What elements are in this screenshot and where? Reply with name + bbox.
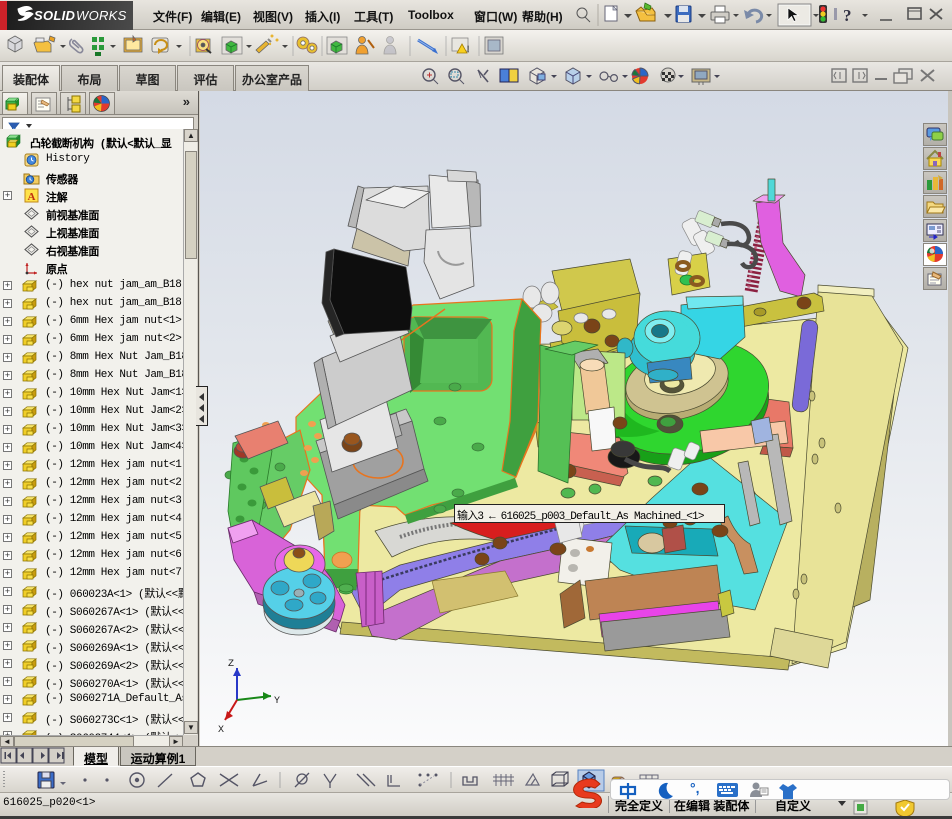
svg-text:A: A	[28, 191, 36, 203]
svg-text:?: ?	[843, 6, 852, 25]
svg-text:X: X	[218, 725, 224, 736]
svg-text:Z: Z	[228, 659, 234, 670]
svg-text:Y: Y	[274, 696, 280, 707]
svg-text:WORKS: WORKS	[76, 8, 127, 23]
svg-text:SOLID: SOLID	[34, 8, 76, 23]
svg-text:!: !	[467, 45, 469, 54]
